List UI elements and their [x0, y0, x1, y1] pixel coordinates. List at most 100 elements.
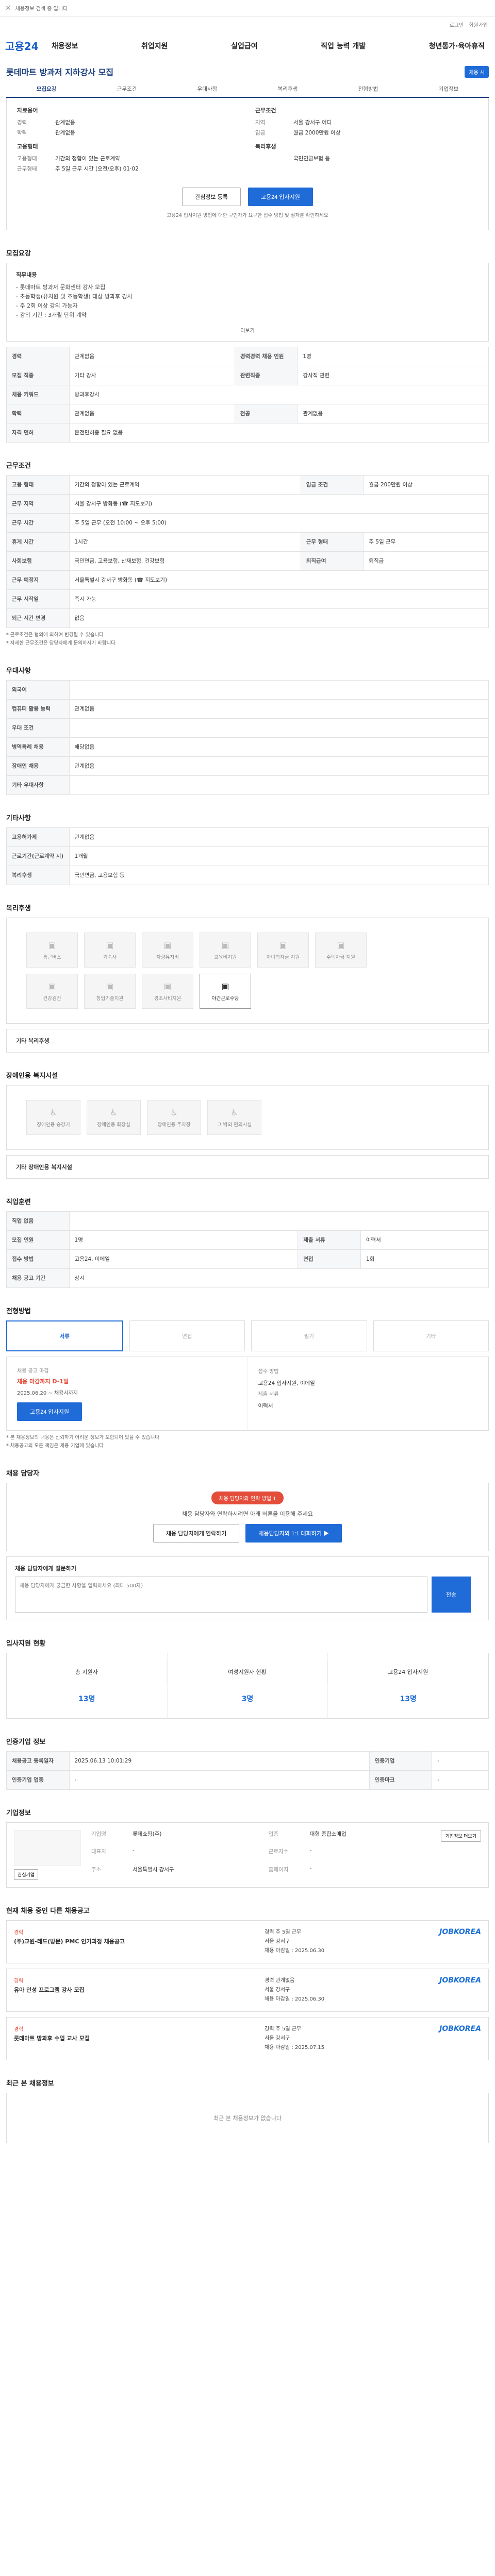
- tab[interactable]: 복리후생: [248, 81, 328, 97]
- send-button[interactable]: 전송: [432, 1577, 471, 1613]
- td: 주 5일 근무 (오전 10:00 ~ 오후 5:00): [69, 513, 489, 533]
- job-meta: 경력 주 5일 근무 서울 강서구 채용 마감일 : 2025.06.30: [265, 1928, 419, 1956]
- job-card[interactable]: 경력 (주)교원-레드(방문) PMC 인기과정 채용공고 경력 주 5일 근무 서울…: [6, 1920, 489, 1963]
- apply-button[interactable]: 고용24 입사지원: [248, 188, 313, 206]
- section-heading: 인증기업 정보: [6, 1738, 46, 1746]
- th: 사회보험: [6, 551, 70, 571]
- notices: * 본 채용정보의 내용은 신뢰하기 어려운 정보가 포함되어 있을 수 있습니…: [6, 1434, 489, 1450]
- gnb-item[interactable]: 실업급여: [231, 41, 258, 51]
- company-logo-text: JOBKOREA: [439, 2025, 481, 2033]
- join-link[interactable]: 회원가입: [469, 21, 488, 28]
- stat-label: 총 지원자: [7, 1660, 167, 1683]
- scrap-button[interactable]: 관심정보 등록: [182, 188, 241, 206]
- fav-company-button[interactable]: 관심기업: [14, 1869, 39, 1880]
- company-value: 서울특별시 강서구: [133, 1866, 174, 1873]
- job-title[interactable]: 롯데마트 방과후 수업 교사 모집: [14, 2035, 265, 2043]
- company-value: -: [309, 1848, 312, 1854]
- page-title: 롯데마트 방과저 지하강사 모집: [6, 67, 114, 77]
- group-label: 자료용어: [17, 107, 38, 114]
- company-label: 업종: [268, 1831, 279, 1837]
- section-heading: 우대사항: [6, 667, 31, 675]
- chat-button[interactable]: 채용담당자와 1:1 대화하기 ▶: [245, 1524, 342, 1543]
- tab[interactable]: 기업정보: [408, 81, 489, 97]
- gnb-item[interactable]: 직업 능력 개발: [321, 41, 366, 51]
- more-button[interactable]: 더보기: [16, 326, 479, 334]
- td: [69, 718, 489, 738]
- welfare-icon: ▣: [279, 940, 287, 950]
- apply-button-2[interactable]: 고용24 입사지원: [17, 1402, 82, 1421]
- login-link[interactable]: 로그인: [450, 21, 464, 28]
- tab[interactable]: 전형방법: [328, 81, 408, 97]
- td: 운전면허증 필요 없음: [69, 423, 489, 443]
- section-heading: 모집요강: [6, 250, 31, 258]
- note: * 근로조건은 협의에 의하여 변경될 수 있습니다: [6, 632, 104, 638]
- job-card[interactable]: 경력 유아 인성 프로그램 강사 모집 경력 관계없음 서울 강서구 채용 마감일 : …: [6, 1969, 489, 2012]
- job-meta: 경력 관계없음 서울 강서구 채용 마감일 : 2025.06.30: [265, 1976, 419, 2004]
- table-row: 장애인 채용 관계없음: [6, 756, 489, 776]
- gnb-item[interactable]: 채용정보: [52, 41, 78, 51]
- section-heading: 최근 본 채용정보: [6, 2080, 54, 2088]
- job-meta-line: 채용 마감일 : 2025.07.15: [265, 2045, 325, 2050]
- job-card[interactable]: 경력 롯데마트 방과후 수업 교사 모집 경력 주 5일 근무 서울 강서구 채용 마감…: [6, 2017, 489, 2060]
- company-more-button[interactable]: 기업정보 더보기: [440, 1830, 481, 1842]
- stat-value: 3명: [241, 1695, 254, 1703]
- summary-box: 자료용어 경력 관계없음 학력 관계없음 근무조건 지역 서울 강서구 어디 임금 월급…: [6, 98, 489, 230]
- box-title: 직무내용: [16, 272, 37, 278]
- th: 병역특례 채용: [6, 737, 70, 757]
- accessibility-icon: ♿: [110, 1107, 118, 1117]
- section-heading: 채용 담당자: [6, 1470, 40, 1478]
- table-row: 퇴근 시간 변경 없음: [6, 608, 489, 628]
- table-row: 컴퓨터 활용 능력 관계없음: [6, 699, 489, 719]
- company-value: -: [133, 1848, 135, 1854]
- td: 관계없음: [69, 756, 489, 776]
- gnb-item[interactable]: 취업지원: [141, 41, 168, 51]
- topbar: ✕ 채용정보 검색 중 입니다: [0, 0, 495, 16]
- welfare-item: ▣ 주택자금 지원: [315, 933, 367, 968]
- tab[interactable]: 근무조건: [87, 81, 167, 97]
- gnb-item[interactable]: 청년통가·육아휴직: [429, 41, 485, 51]
- contact-pill: 채용 담당자와 연락 방법 1: [211, 1492, 284, 1504]
- value: 기간의 정함이 있는 근로계약: [55, 156, 120, 162]
- logo[interactable]: 고용24: [5, 38, 52, 53]
- info-table: 채용공고 등록일자 2025.06.13 10:01:29 인증기업 - 인증기업 업종…: [6, 1751, 489, 1790]
- th: 제출 서류: [298, 1230, 361, 1250]
- company-logo: [14, 1830, 81, 1866]
- job-tag: 경력: [14, 2027, 24, 2032]
- welfare-item: ▣ 야간근로수당: [200, 974, 251, 1009]
- table-row: 우대 조건: [6, 718, 489, 738]
- td: 관계없음: [69, 404, 235, 423]
- tab[interactable]: 모집요강: [6, 81, 87, 97]
- tab[interactable]: 우대사항: [167, 81, 248, 97]
- label: 학력: [17, 130, 27, 136]
- company-box: 관심기업 기업명 롯데쇼핑(주) 업종 대형 종합소매업 대표자 - 근로자수 - 주소 서울특별…: [6, 1822, 489, 1888]
- section-tabs: 모집요강 근무조건 우대사항 복리후생 전형방법 기업정보: [6, 81, 489, 98]
- th: 접수 방법: [6, 1249, 70, 1269]
- th: 모집 직종: [6, 366, 70, 385]
- section-heading: 기업정보: [6, 1809, 31, 1817]
- job-title[interactable]: (주)교원-레드(방문) PMC 인기과정 채용공고: [14, 1938, 265, 1946]
- th: 기타 우대사항: [6, 775, 70, 795]
- question-input[interactable]: [15, 1577, 427, 1613]
- td: -: [69, 1770, 370, 1790]
- welfare-icon: ▣: [163, 981, 172, 991]
- value: 고용24 입사지원, 이메일: [258, 1380, 315, 1386]
- label: [255, 154, 286, 164]
- value: 서울 강서구 어디: [293, 120, 332, 126]
- step: 기타: [373, 1320, 489, 1351]
- contact-button[interactable]: 채용 담당자에게 연락하기: [153, 1524, 240, 1543]
- th: 고용허가제: [6, 827, 70, 847]
- welfare-item: ▣ 창업기술지원: [84, 974, 136, 1009]
- job-title[interactable]: 유아 인성 프로그램 강사 모집: [14, 1986, 265, 1994]
- td: -: [432, 1751, 489, 1771]
- company-label: 홈페이지: [268, 1866, 289, 1873]
- welfare-label: 창업기술지원: [96, 995, 124, 1002]
- td: [69, 680, 489, 700]
- date: 2025.06.20 ~ 채용시까지: [17, 1391, 78, 1396]
- th: 근무 형태: [300, 532, 364, 552]
- accessibility-icon: ♿: [50, 1107, 57, 1117]
- label: 경력: [17, 120, 27, 126]
- close-icon[interactable]: ✕: [5, 4, 11, 12]
- company-value: 대형 종합소매업: [309, 1831, 346, 1837]
- table-row: 모집 인원 1명 제출 서류 이력서: [6, 1230, 489, 1250]
- td: 없음: [69, 608, 489, 628]
